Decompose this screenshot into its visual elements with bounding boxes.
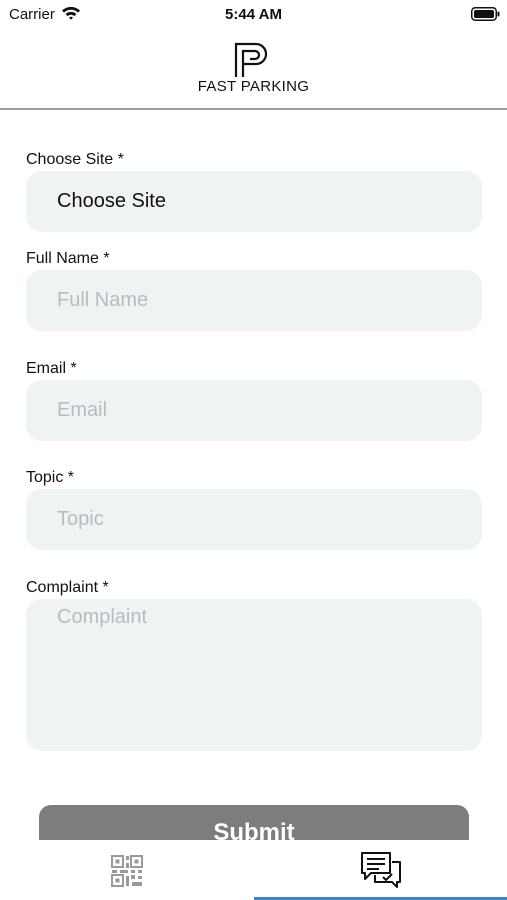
email-placeholder: Email [57,399,108,421]
email-field[interactable]: Email [26,380,482,441]
battery-icon [471,7,500,21]
status-bar: Carrier 5:44 AM [0,0,507,30]
full-name-label: Full Name * [26,250,110,267]
tab-qr-scan[interactable] [0,840,253,900]
full-name-placeholder: Full Name [57,289,149,311]
choose-site-select[interactable]: Choose Site [26,171,482,232]
tab-complaints[interactable] [254,840,507,900]
chat-bubbles-icon [361,852,401,888]
complaint-textarea[interactable]: Complaint [26,599,482,751]
tab-bar [0,840,507,900]
fast-parking-logo [234,42,268,77]
submit-button[interactable]: Submit [39,805,469,840]
qr-code-icon [111,855,143,887]
clock: 5:44 AM [225,6,282,23]
topic-label: Topic * [26,469,75,486]
submit-area: Submit [0,760,507,840]
app-header: FAST PARKING [0,30,507,110]
email-label: Email * [26,360,77,377]
topic-placeholder: Topic [57,508,104,530]
choose-site-label: Choose Site * [26,151,124,168]
choose-site-value: Choose Site [57,190,166,212]
complaint-placeholder: Complaint [57,606,148,628]
topic-field[interactable]: Topic [26,489,482,550]
logo-text: FAST PARKING [197,78,310,95]
complaint-label: Complaint * [26,579,109,596]
submit-label: Submit [213,819,295,840]
full-name-field[interactable]: Full Name [26,270,482,331]
